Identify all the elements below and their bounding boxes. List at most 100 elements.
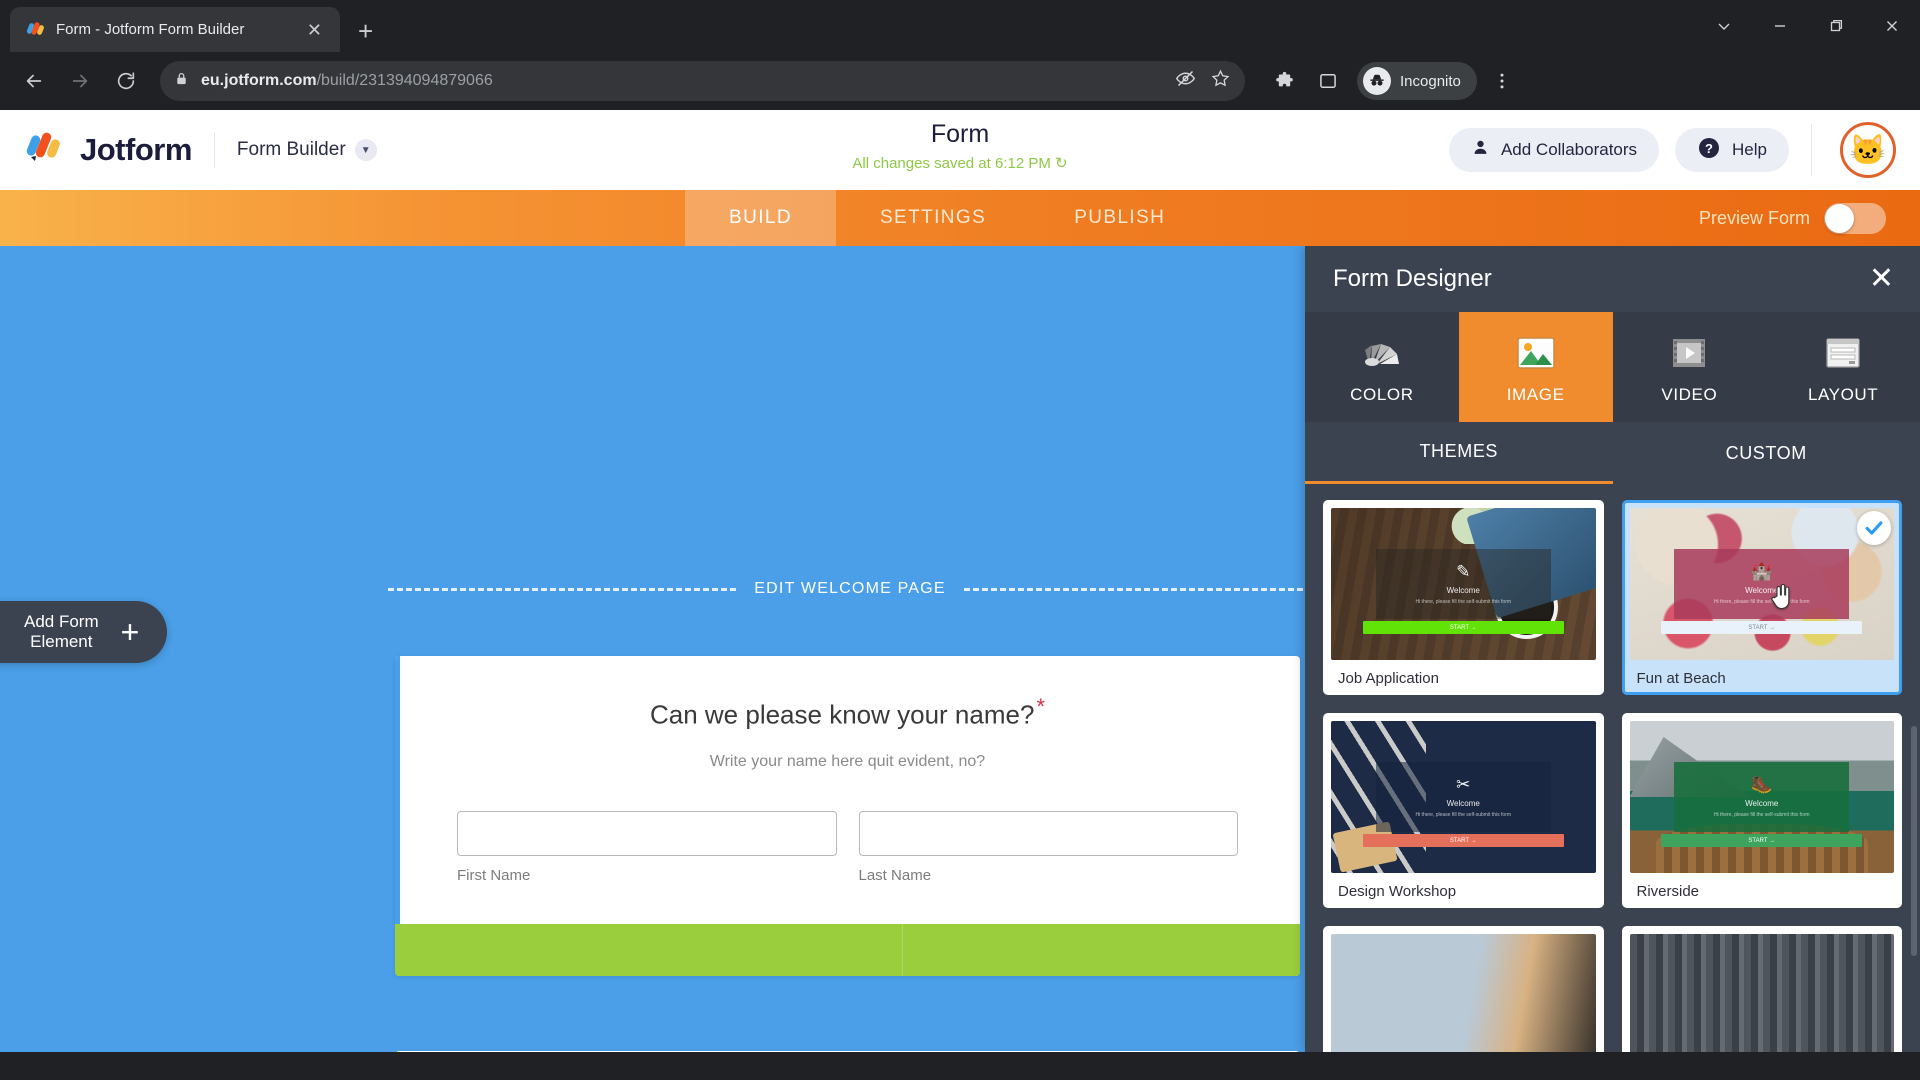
person-icon	[1471, 138, 1490, 162]
designer-tab-color[interactable]: COLOR	[1305, 312, 1459, 422]
address-bar[interactable]: eu.jotform.com/build/231394094879066	[160, 61, 1245, 101]
jotform-logo[interactable]: Jotform	[26, 128, 192, 173]
theme-name: Job Application	[1338, 670, 1439, 687]
form-designer-panel: Form Designer ✕ COLOR IMAGE VIDEO LAYOUT…	[1305, 246, 1920, 1052]
last-name-label: Last Name	[858, 866, 932, 884]
cat-avatar-glyph: 🐱	[1849, 133, 1887, 167]
add-collaborators-button[interactable]: Add Collaborators	[1448, 128, 1660, 172]
restore-icon[interactable]	[1808, 0, 1864, 52]
window-close-icon[interactable]	[1864, 0, 1920, 52]
back-arrow-icon[interactable]	[14, 61, 54, 101]
card-title[interactable]: Can we please know your name?*	[457, 694, 1238, 731]
card-action-bar[interactable]	[395, 924, 1300, 976]
name-field-row: First Name Last Name	[457, 810, 1238, 884]
designer-tab-video[interactable]: VIDEO	[1613, 312, 1767, 422]
incognito-indicator[interactable]: Incognito	[1357, 62, 1477, 100]
jotform-favicon	[26, 20, 46, 40]
eye-off-icon[interactable]	[1175, 68, 1196, 94]
thumbnail-overlay-title: Welcome	[1446, 586, 1480, 596]
jotform-wordmark: Jotform	[80, 132, 192, 167]
add-form-element-button[interactable]: Add Form Element +	[0, 601, 168, 663]
reload-icon[interactable]	[106, 61, 146, 101]
first-name-input[interactable]	[457, 810, 837, 856]
thumbnail-start-button: START →	[1362, 621, 1564, 635]
form-field-card-email[interactable]: What is your email? Type a description e…	[395, 1051, 1300, 1052]
divider-line-right	[963, 587, 1312, 591]
theme-card-partial-1[interactable]	[1323, 926, 1604, 1052]
tab-publish[interactable]: PUBLISH	[1030, 190, 1209, 246]
last-name-input[interactable]	[858, 810, 1238, 856]
thumbnail-overlay-title: Welcome	[1446, 799, 1480, 809]
thumbnail-overlay: 🥾 Welcome Hi there, please fill the self…	[1674, 762, 1850, 832]
designer-tab-image[interactable]: IMAGE	[1458, 312, 1613, 422]
form-field-card-name[interactable]: Can we please know your name?* Write you…	[395, 656, 1300, 976]
thumbnail-overlay-title: Welcome	[1745, 799, 1779, 809]
avatar[interactable]: 🐱	[1840, 122, 1896, 178]
form-title[interactable]: Form	[852, 120, 1067, 149]
question-mark-icon: ?	[1697, 136, 1721, 165]
tab-strip: Form - Jotform Form Builder ✕ +	[0, 0, 1920, 52]
close-icon[interactable]: ✕	[1869, 264, 1894, 294]
theme-card-riverside[interactable]: 🥾 Welcome Hi there, please fill the self…	[1621, 713, 1902, 908]
preview-form-control: Preview Form	[1699, 190, 1920, 246]
theme-thumbnail: ✂ Welcome Hi there, please fill the self…	[1331, 721, 1596, 873]
header-actions: Add Collaborators ? Help 🐱	[1448, 122, 1920, 178]
thumbnail-overlay-icon: ✎	[1456, 562, 1471, 582]
help-button[interactable]: ? Help	[1675, 128, 1789, 172]
window-controls	[1696, 0, 1920, 52]
theme-name: Fun at Beach	[1636, 670, 1726, 687]
theme-card-partial-2[interactable]	[1621, 926, 1902, 1052]
video-filmstrip-icon	[1669, 330, 1709, 376]
forward-arrow-icon	[60, 61, 100, 101]
theme-thumbnail: ✎ Welcome Hi there, please fill the self…	[1331, 508, 1596, 660]
designer-tab-video-label: VIDEO	[1661, 384, 1718, 404]
check-circle-icon	[1857, 511, 1891, 545]
theme-card-fun-at-beach[interactable]: 🏰 Welcome Hi there, please fill the self…	[1621, 500, 1902, 695]
card-description[interactable]: Write your name here quit evident, no?	[457, 753, 1238, 771]
last-name-field: Last Name	[858, 810, 1238, 884]
minimize-icon[interactable]	[1752, 0, 1808, 52]
thumbnail-art	[1331, 934, 1596, 1052]
tab-close-icon[interactable]: ✕	[301, 17, 328, 43]
svg-text:?: ?	[1705, 141, 1713, 156]
side-panel-icon[interactable]	[1309, 62, 1347, 100]
thumbnail-overlay-icon: ✂	[1456, 775, 1471, 795]
themes-scrollbar[interactable]	[1911, 726, 1917, 956]
image-icon	[1515, 330, 1557, 376]
theme-card-design-workshop[interactable]: ✂ Welcome Hi there, please fill the self…	[1323, 713, 1604, 908]
card-title-text: Can we please know your name?	[649, 699, 1035, 730]
subtab-custom[interactable]: CUSTOM	[1613, 422, 1920, 484]
tab-settings[interactable]: SETTINGS	[836, 190, 1030, 246]
form-title-block: Form All changes saved at 6:12 PM ↻	[852, 120, 1067, 172]
preview-form-toggle[interactable]	[1824, 202, 1886, 234]
app-header: Jotform Form Builder ▼ Form All changes …	[0, 110, 1920, 190]
undo-icon[interactable]: ↻	[1055, 155, 1068, 172]
edit-welcome-page-divider[interactable]: EDIT WELCOME PAGE	[388, 580, 1312, 598]
plus-icon: +	[120, 614, 140, 650]
browser-tab[interactable]: Form - Jotform Form Builder ✕	[10, 7, 340, 52]
thumbnail-art	[1629, 934, 1894, 1052]
first-name-field: First Name	[457, 810, 837, 884]
themes-grid: ✎ Welcome Hi there, please fill the self…	[1305, 484, 1920, 1052]
incognito-icon	[1363, 67, 1391, 95]
product-switcher[interactable]: Form Builder ▼	[237, 139, 377, 161]
add-form-element-label: Add Form Element	[24, 612, 99, 651]
thumbnail-overlay: ✎ Welcome Hi there, please fill the self…	[1375, 549, 1551, 619]
subtab-themes[interactable]: THEMES	[1305, 422, 1613, 484]
incognito-label: Incognito	[1400, 72, 1461, 90]
add-collaborators-label: Add Collaborators	[1500, 140, 1638, 159]
star-icon[interactable]	[1210, 68, 1231, 94]
thumbnail-start-button: START →	[1661, 834, 1863, 848]
product-switcher-label: Form Builder	[236, 139, 346, 160]
puzzle-icon[interactable]	[1265, 62, 1303, 100]
designer-tab-layout-label: LAYOUT	[1807, 384, 1879, 404]
theme-thumbnail	[1629, 934, 1894, 1052]
theme-name: Design Workshop	[1338, 883, 1457, 900]
designer-tab-layout[interactable]: LAYOUT	[1766, 312, 1920, 422]
thumbnail-overlay-desc: Hi there, please fill the self-submit th…	[1713, 599, 1810, 606]
theme-card-job-application[interactable]: ✎ Welcome Hi there, please fill the self…	[1323, 500, 1604, 695]
three-dot-menu-icon[interactable]	[1483, 62, 1521, 100]
tab-build[interactable]: BUILD	[685, 190, 836, 246]
tab-search-chevron-down-icon[interactable]	[1696, 0, 1752, 52]
new-tab-button[interactable]: +	[358, 18, 373, 44]
